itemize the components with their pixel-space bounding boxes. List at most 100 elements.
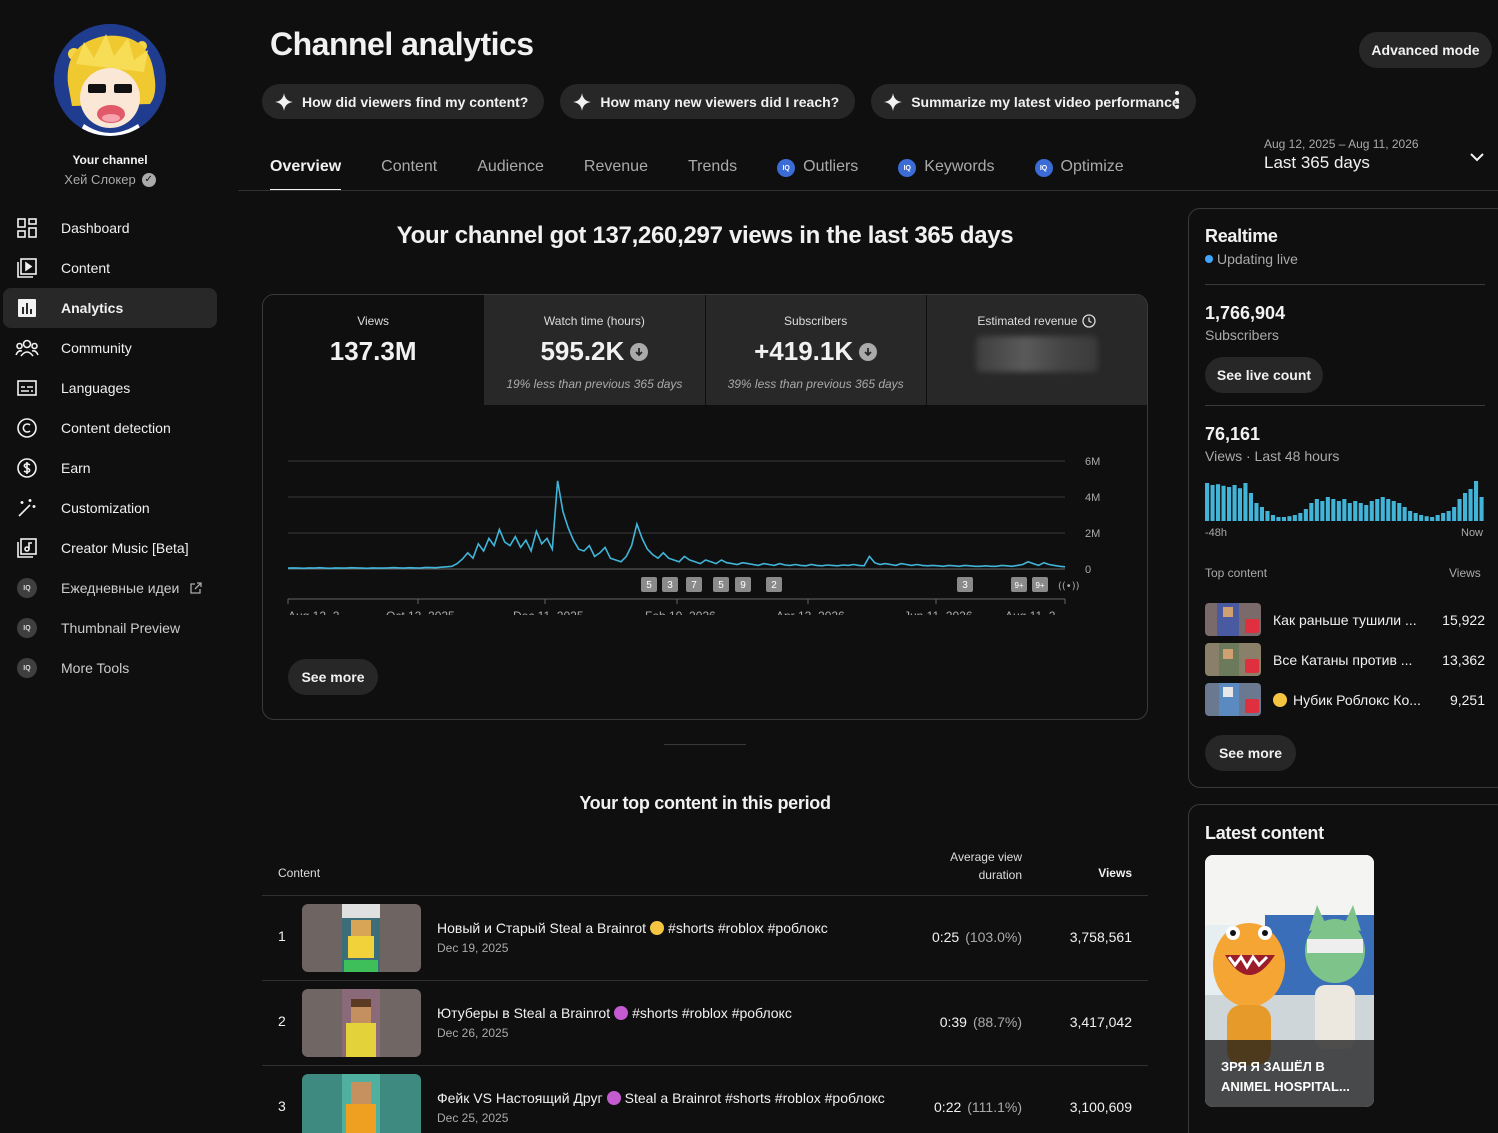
realtime-top-item[interactable]: Нубик Роблокс Ко... 9,251 bbox=[1205, 683, 1485, 717]
video-title-tags: Steal a Brainrot #shorts #roblox #роблок… bbox=[624, 1090, 885, 1106]
realtime-bar bbox=[1419, 515, 1424, 521]
tab-overview[interactable]: Overview bbox=[270, 146, 342, 191]
realtime-bar bbox=[1424, 516, 1429, 521]
see-more-button[interactable]: See more bbox=[288, 659, 378, 695]
column-header-avd-line2: duration bbox=[978, 868, 1022, 882]
y-tick-label: 4M bbox=[1085, 492, 1100, 504]
realtime-top-item[interactable]: Все Катаны против ... 13,362 bbox=[1205, 643, 1485, 677]
channel-name: Хей Слокер ✓ bbox=[0, 172, 220, 187]
sidebar-item-label: Content bbox=[61, 260, 111, 276]
realtime-bar bbox=[1397, 503, 1402, 521]
video-title[interactable]: Ютуберы в Steal a Brainrot #shorts #roblo… bbox=[437, 1005, 792, 1021]
advanced-mode-button[interactable]: Advanced mode bbox=[1359, 32, 1492, 68]
realtime-bar bbox=[1375, 499, 1380, 521]
arrow-down-icon bbox=[630, 342, 649, 361]
realtime-item-views: 15,922 bbox=[1442, 612, 1485, 628]
table-row[interactable]: 3 Фейк VS Настоящий Друг Steal a Brainrot… bbox=[262, 1066, 1148, 1133]
video-thumbnail[interactable] bbox=[302, 904, 421, 972]
sidebar-item-daily-ideas[interactable]: IQ Ежедневные идеи bbox=[3, 568, 217, 608]
latest-video-thumbnail[interactable]: ЗРЯ Я ЗАШЁЛ В ANIMEL HOSPITAL... bbox=[1205, 855, 1374, 1107]
realtime-card: Realtime Updating live 1,766,904 Subscri… bbox=[1188, 208, 1498, 788]
sidebar-item-community[interactable]: Community bbox=[3, 328, 217, 368]
video-marker-label: 9+ bbox=[1014, 581, 1023, 590]
metric-subscribers[interactable]: Subscribers +419.1K 39% less than previo… bbox=[704, 295, 926, 405]
chevron-down-icon[interactable] bbox=[1468, 148, 1486, 166]
grinning-emoji-icon bbox=[1273, 693, 1287, 707]
realtime-bar bbox=[1227, 487, 1232, 521]
chip-new-viewers[interactable]: How many new viewers did I reach? bbox=[560, 84, 856, 119]
tab-trends[interactable]: Trends bbox=[688, 146, 737, 190]
realtime-see-more-button[interactable]: See more bbox=[1205, 735, 1296, 771]
sidebar-item-label: Thumbnail Preview bbox=[61, 620, 181, 636]
chip-label: How did viewers find my content? bbox=[302, 93, 529, 110]
video-thumbnail bbox=[1205, 643, 1261, 676]
analytics-icon bbox=[15, 296, 39, 320]
tab-revenue[interactable]: Revenue bbox=[584, 146, 648, 190]
sidebar-item-more-tools[interactable]: IQ More Tools bbox=[3, 648, 217, 688]
tab-label: Audience bbox=[477, 158, 544, 175]
y-tick-label: 6M bbox=[1085, 456, 1100, 468]
tab-label: Revenue bbox=[583, 158, 648, 175]
sidebar-item-dashboard[interactable]: Dashboard bbox=[3, 208, 217, 248]
realtime-bar bbox=[1408, 511, 1413, 521]
date-range-text[interactable]: Aug 12, 2025 – Aug 11, 2026 bbox=[1264, 137, 1419, 151]
video-thumbnail[interactable] bbox=[302, 1074, 421, 1133]
realtime-item-title: Нубик Роблокс Ко... bbox=[1273, 692, 1421, 708]
tab-optimize[interactable]: IQ Optimize bbox=[1034, 146, 1124, 190]
sidebar-item-label: Earn bbox=[61, 460, 91, 476]
more-options-icon[interactable] bbox=[1168, 88, 1186, 112]
sidebar-item-content-detection[interactable]: Content detection bbox=[3, 408, 217, 448]
video-title[interactable]: Новый и Старый Steal a Brainrot #shorts #… bbox=[437, 920, 828, 936]
tab-outliers[interactable]: IQ Outliers bbox=[777, 146, 858, 190]
iq-icon: IQ bbox=[777, 159, 796, 177]
sidebar-item-languages[interactable]: Languages bbox=[3, 368, 217, 408]
tab-keywords[interactable]: IQ Keywords bbox=[898, 146, 995, 190]
metric-watch-time[interactable]: Watch time (hours) 595.2K 19% less than … bbox=[483, 295, 705, 405]
sidebar-item-customization[interactable]: Customization bbox=[3, 488, 217, 528]
date-range-label[interactable]: Last 365 days bbox=[1264, 153, 1370, 173]
realtime-item-title: Как раньше тушили ... bbox=[1273, 612, 1417, 628]
chip-viewers-find[interactable]: How did viewers find my content? bbox=[262, 84, 545, 119]
realtime-bar bbox=[1479, 497, 1484, 521]
avd-time: 0:39 bbox=[939, 1014, 967, 1030]
video-date: Dec 26, 2025 bbox=[437, 1026, 509, 1040]
video-title[interactable]: Фейк VS Настоящий Друг Steal a Brainrot #… bbox=[437, 1090, 885, 1106]
see-live-count-button[interactable]: See live count bbox=[1205, 357, 1323, 393]
chip-summarize[interactable]: Summarize my latest video performance bbox=[871, 84, 1196, 119]
column-header-views[interactable]: Views bbox=[1060, 866, 1132, 880]
sidebar-item-earn[interactable]: Earn bbox=[3, 448, 217, 488]
column-header-avd[interactable]: Average view duration bbox=[930, 848, 1022, 884]
video-title-part: Ютуберы в Steal a Brainrot bbox=[437, 1005, 611, 1021]
sidebar: Your channel Хей Слокер ✓ Dashboard Cont… bbox=[0, 0, 238, 1133]
divider bbox=[1205, 405, 1485, 406]
tab-audience[interactable]: Audience bbox=[477, 146, 544, 190]
realtime-bar bbox=[1221, 485, 1226, 521]
ai-suggestion-chips: How did viewers find my content? How man… bbox=[262, 84, 1196, 119]
avd-percent: (103.0%) bbox=[965, 929, 1022, 945]
column-header-content: Content bbox=[278, 866, 321, 880]
metric-value: 595.2K bbox=[484, 336, 704, 367]
metric-views[interactable]: Views 137.3M bbox=[263, 295, 484, 405]
video-thumbnail[interactable] bbox=[302, 989, 421, 1057]
sidebar-item-creator-music[interactable]: Creator Music [Beta] bbox=[3, 528, 217, 568]
subtitles-icon bbox=[15, 376, 39, 400]
tab-content[interactable]: Content bbox=[381, 146, 437, 190]
tab-label: Overview bbox=[270, 158, 342, 175]
table-row[interactable]: 1 Новый и Старый Steal a Brainrot #shorts… bbox=[262, 896, 1148, 980]
sidebar-item-content[interactable]: Content bbox=[3, 248, 217, 288]
metric-label-text: Estimated revenue bbox=[977, 314, 1078, 328]
table-row[interactable]: 2 Ютуберы в Steal a Brainrot #shorts #rob… bbox=[262, 981, 1148, 1065]
realtime-top-item[interactable]: Как раньше тушили ... 15,922 bbox=[1205, 603, 1485, 637]
copyright-icon bbox=[15, 416, 39, 440]
sidebar-item-thumbnail-preview[interactable]: IQ Thumbnail Preview bbox=[3, 608, 217, 648]
channel-avatar[interactable] bbox=[54, 24, 166, 136]
page-title: Channel analytics bbox=[270, 26, 534, 62]
realtime-item-title: Все Катаны против ... bbox=[1273, 652, 1413, 668]
metric-estimated-revenue[interactable]: Estimated revenue bbox=[925, 295, 1147, 405]
sidebar-item-analytics[interactable]: Analytics bbox=[3, 288, 217, 328]
realtime-bar bbox=[1446, 511, 1451, 521]
realtime-axis-start: -48h bbox=[1205, 527, 1228, 539]
x-tick-label: Dec 11, 2025 bbox=[513, 609, 584, 615]
wow-emoji-icon bbox=[614, 1006, 629, 1020]
external-link-icon bbox=[189, 581, 203, 595]
